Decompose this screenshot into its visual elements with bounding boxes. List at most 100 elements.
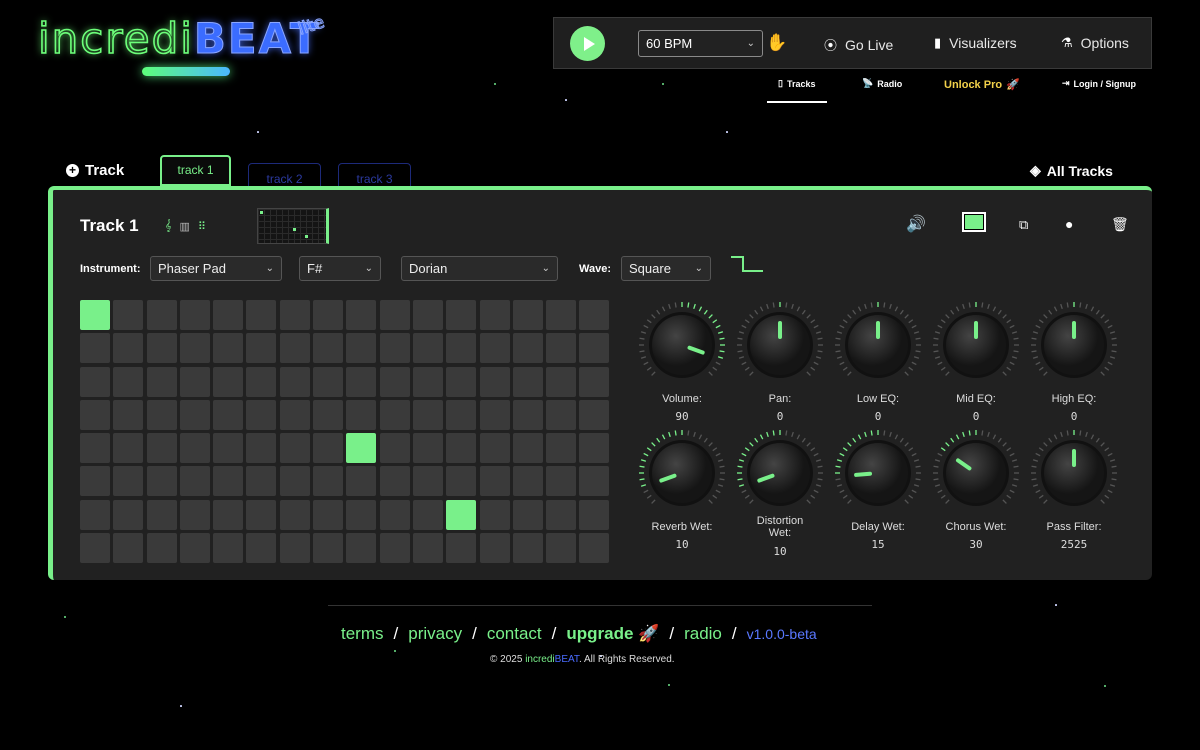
pattern-preview[interactable] [257,208,329,244]
options-button[interactable]: ⚗ Options [1061,35,1129,51]
sequencer-step[interactable] [579,533,610,564]
unlock-pro-link[interactable]: Unlock Pro 🚀 [944,78,1020,92]
sequencer-step[interactable] [146,499,177,530]
sequencer-step[interactable] [279,533,310,564]
sequencer-step[interactable] [179,366,210,397]
sequencer-step[interactable] [146,466,177,497]
sequencer-step[interactable] [446,300,477,330]
sequencer-step[interactable] [579,333,610,364]
sequencer-step[interactable] [579,433,610,464]
knob-mideq[interactable] [931,300,1021,390]
sequencer-step[interactable] [512,366,543,397]
sequencer-step[interactable] [579,499,610,530]
sequencer-step[interactable] [412,366,443,397]
upgrade-link[interactable]: upgrade 🚀 [566,624,659,644]
sequencer-step[interactable] [80,333,110,364]
sequencer-step[interactable] [246,333,277,364]
sequencer-step[interactable] [479,399,510,430]
sequencer-step[interactable] [446,333,477,364]
key-select[interactable]: F# ⌄ [299,256,381,281]
knob-pan[interactable] [735,300,825,390]
sequencer-step[interactable] [279,499,310,530]
knob-higheq[interactable] [1029,300,1119,390]
sequencer-step[interactable] [546,366,577,397]
sequencer-step[interactable] [412,399,443,430]
go-live-button[interactable]: ⦿ Go Live [824,35,893,54]
scale-select[interactable]: Dorian ⌄ [401,256,558,281]
sequencer-step[interactable] [279,300,310,330]
sequencer-step[interactable] [179,433,210,464]
sequencer-step[interactable] [179,300,210,330]
sequencer-step[interactable] [479,533,510,564]
sequencer-step[interactable] [146,399,177,430]
speaker-icon[interactable]: 🔊 [906,214,926,234]
sequencer-step[interactable] [179,533,210,564]
sequencer-step[interactable] [379,399,410,430]
sequencer-step[interactable] [80,399,110,430]
sequencer-step[interactable] [412,300,443,330]
sequencer-step[interactable] [113,466,144,497]
wave-select[interactable]: Square ⌄ [621,256,711,281]
sequencer-step[interactable] [213,466,244,497]
sequencer-step[interactable] [146,533,177,564]
sequencer-step[interactable] [579,366,610,397]
sequencer-step[interactable] [246,499,277,530]
sequencer-step[interactable] [113,399,144,430]
sequencer-step[interactable] [80,533,110,564]
sequencer-step[interactable] [446,433,477,464]
sequencer-step[interactable] [512,333,543,364]
sequencer-step[interactable] [346,533,377,564]
sequencer-step[interactable] [80,300,110,330]
sequencer-step[interactable] [479,499,510,530]
sequencer-step[interactable] [446,499,477,530]
sequencer-step[interactable] [346,366,377,397]
duplicate-icon[interactable]: ⧉ [1019,217,1028,233]
sequencer-step[interactable] [213,499,244,530]
sequencer-step[interactable] [479,300,510,330]
sequencer-step[interactable] [379,300,410,330]
sequencer-step[interactable] [512,533,543,564]
sequencer-step[interactable] [579,399,610,430]
sequencer-step[interactable] [546,300,577,330]
sequencer-step[interactable] [179,466,210,497]
sequencer-step[interactable] [346,499,377,530]
nav-radio[interactable]: 📡 Radio [862,78,902,89]
sequencer-step[interactable] [80,466,110,497]
sequencer-step[interactable] [279,333,310,364]
sequencer-step[interactable] [546,433,577,464]
tab-track-1[interactable]: track 1 [160,155,231,186]
grid-icon[interactable]: ⠿ [198,220,206,233]
sequencer-step[interactable] [446,399,477,430]
sequencer-step[interactable] [546,333,577,364]
sequencer-step[interactable] [512,466,543,497]
sequencer-step[interactable] [113,433,144,464]
hand-tap-icon[interactable]: ✋ [766,33,787,53]
sequencer-step[interactable] [379,499,410,530]
sequencer-step[interactable] [379,466,410,497]
sequencer-step[interactable] [146,333,177,364]
sequencer-step[interactable] [412,333,443,364]
sequencer-step[interactable] [346,433,377,464]
sequencer-step[interactable] [113,333,144,364]
play-button[interactable] [570,26,605,61]
sequencer-step[interactable] [446,466,477,497]
sequencer-step[interactable] [213,399,244,430]
sequencer-step[interactable] [313,433,344,464]
knob-choruswet[interactable] [931,428,1021,518]
knob-reverbwet[interactable] [637,428,727,518]
sequencer-step[interactable] [479,433,510,464]
knob-loweq[interactable] [833,300,923,390]
sequencer-step[interactable] [313,499,344,530]
sequencer-step[interactable] [479,333,510,364]
sequencer-step[interactable] [313,466,344,497]
sequencer-step[interactable] [579,300,610,330]
track-color-button[interactable] [962,212,986,232]
sequencer-step[interactable] [379,533,410,564]
sequencer-step[interactable] [546,466,577,497]
sequencer-step[interactable] [412,433,443,464]
sequencer-step[interactable] [379,366,410,397]
login-link[interactable]: ⇥ Login / Signup [1062,78,1136,89]
sequencer-step[interactable] [80,499,110,530]
bpm-select[interactable]: 60 BPM ⌄ [638,30,763,57]
sequencer-step[interactable] [446,533,477,564]
